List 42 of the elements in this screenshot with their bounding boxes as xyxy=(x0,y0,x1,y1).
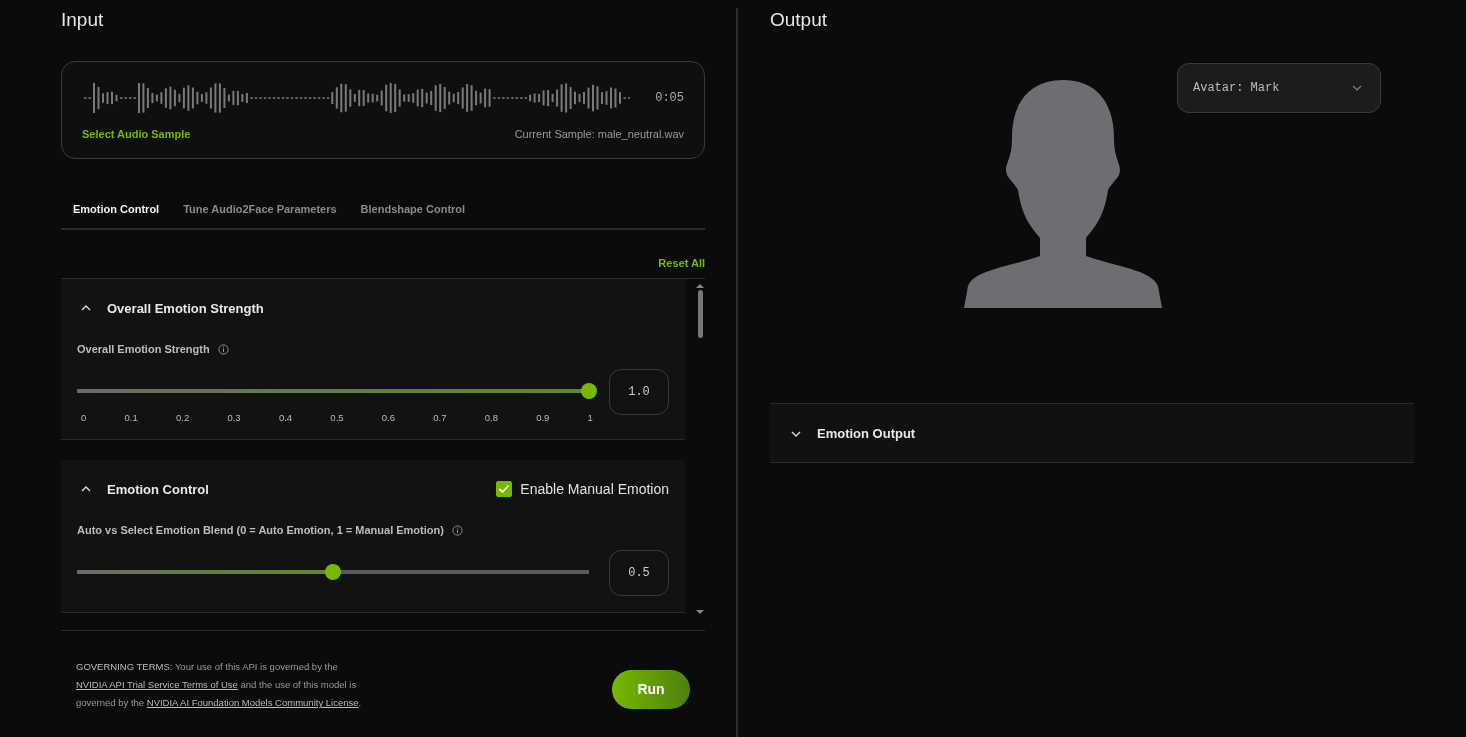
reset-all-link[interactable]: Reset All xyxy=(658,257,705,273)
audio-duration: 0:05 xyxy=(655,91,684,105)
scrollbar-thumb[interactable] xyxy=(697,290,703,338)
tick-label: 0.2 xyxy=(176,412,190,423)
tab[interactable]: Emotion Control xyxy=(61,196,172,222)
section-title: Overall Emotion Strength xyxy=(107,300,264,316)
current-sample-text: Current Sample: male_neutral.wav xyxy=(514,128,684,140)
slider-thumb[interactable] xyxy=(581,383,597,399)
governing-terms-text: GOVERNING TERMS: Your use of this API is governed by the NVIDIA API Trial Service Terms of Use and the use of this model is governed by the NVIDIA AI Foundation Models Community License. xyxy=(76,660,363,710)
value-field[interactable]: 1.0 xyxy=(609,369,669,415)
tick-label: 0.3 xyxy=(227,412,241,423)
slider-label: Auto vs Select Emotion Blend (0 = Auto Emotion, 1 = Manual Emotion) xyxy=(77,524,444,536)
chevron-up-icon[interactable] xyxy=(80,303,92,313)
tick-label: 0.8 xyxy=(484,412,498,423)
chevron-down-icon xyxy=(1352,85,1362,91)
tick-label: 0.6 xyxy=(381,412,395,423)
checkbox[interactable] xyxy=(496,481,513,497)
tick-label: 0.7 xyxy=(433,412,447,423)
panel-title: Output xyxy=(770,9,829,30)
section-title: Emotion Control xyxy=(107,481,209,497)
chevron-up-icon[interactable] xyxy=(80,484,92,494)
scroll-up-icon xyxy=(696,283,704,288)
terms-link[interactable]: NVIDIA API Trial Service Terms of Use xyxy=(76,679,238,690)
tab[interactable]: Blendshape Control xyxy=(348,196,478,222)
tick-label: 0.1 xyxy=(124,412,138,423)
section-title: Emotion Output xyxy=(817,425,916,441)
scroll-down-icon xyxy=(696,610,704,615)
checkbox-label: Enable Manual Emotion xyxy=(520,481,669,497)
select-audio-link[interactable]: Select Audio Sample xyxy=(82,128,191,140)
tick-label: 1 xyxy=(587,412,593,423)
tick-label: 0.9 xyxy=(536,412,550,423)
info-icon xyxy=(217,343,229,355)
slider-label: Overall Emotion Strength xyxy=(77,343,210,355)
tick-label: 0.4 xyxy=(278,412,293,423)
avatar-dropdown[interactable]: Avatar: Mark xyxy=(1177,63,1381,113)
tick-label: 0.5 xyxy=(330,412,344,423)
value-field[interactable]: 0.5 xyxy=(609,550,669,596)
tab[interactable]: Tune Audio2Face Parameters xyxy=(171,196,349,222)
tick-label: 0 xyxy=(81,412,87,423)
panel-title: Input xyxy=(61,9,105,30)
info-icon xyxy=(451,524,463,536)
terms-link[interactable]: NVIDIA AI Foundation Models Community License xyxy=(146,697,359,708)
